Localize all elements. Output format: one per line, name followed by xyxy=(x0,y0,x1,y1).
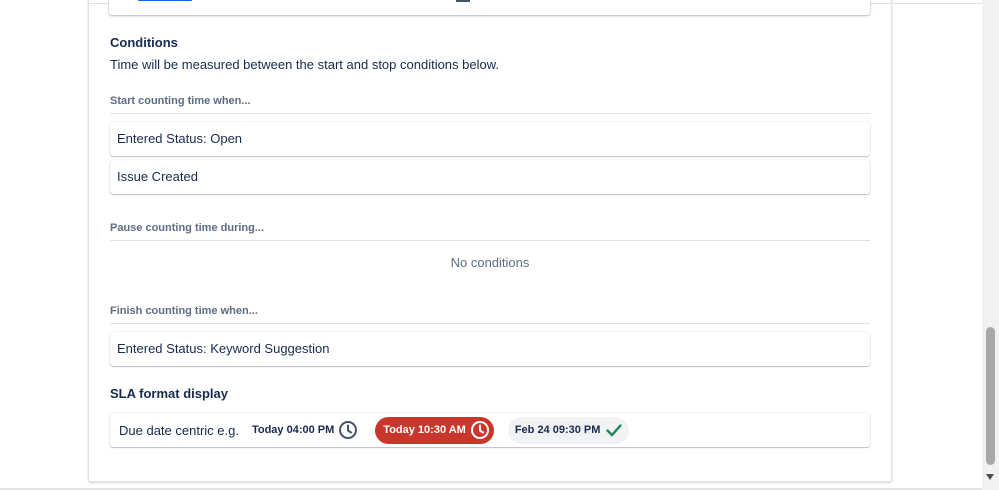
sla-example-plain: Today 04:00 PM xyxy=(252,420,358,440)
pause-divider xyxy=(110,240,870,241)
sla-format-card: Due date centric e.g. Today 04:00 PM Tod… xyxy=(110,413,870,447)
vertical-scrollbar[interactable] xyxy=(982,0,999,490)
sla-example-text: Feb 24 09:30 PM xyxy=(514,424,601,436)
start-divider xyxy=(110,113,870,114)
finish-divider xyxy=(110,323,870,324)
sla-example-text: Today 04:00 PM xyxy=(251,424,335,436)
finish-condition-item[interactable]: Entered Status: Keyword Suggestion xyxy=(110,332,870,366)
scrollbar-thumb[interactable] xyxy=(986,327,995,465)
calendar-icon xyxy=(456,0,470,2)
conditions-description: Time will be measured between the start … xyxy=(110,57,500,72)
clock-icon xyxy=(470,421,489,439)
start-condition-item[interactable]: Issue Created xyxy=(110,160,870,194)
finish-section-label: Finish counting time when... xyxy=(110,305,258,317)
scroll-down-arrow-icon[interactable] xyxy=(986,474,994,480)
start-section-label: Start counting time when... xyxy=(110,95,251,107)
check-icon xyxy=(606,424,623,437)
active-tab-indicator xyxy=(138,0,192,1)
clock-icon xyxy=(339,421,358,439)
pause-section-label: Pause counting time during... xyxy=(110,222,265,234)
sla-example-met: Feb 24 09:30 PM xyxy=(507,416,630,444)
sla-format-heading: SLA format display xyxy=(110,386,228,401)
goals-card-partial xyxy=(109,0,870,15)
conditions-heading: Conditions xyxy=(110,35,178,50)
sla-example-breached: Today 10:30 AM xyxy=(375,416,494,444)
start-condition-item[interactable]: Entered Status: Open xyxy=(110,122,870,156)
sla-format-label: Due date centric e.g. xyxy=(119,422,239,438)
sla-example-text: Today 10:30 AM xyxy=(383,424,466,436)
sla-config-panel xyxy=(88,0,892,482)
pause-empty-text: No conditions xyxy=(450,255,530,270)
